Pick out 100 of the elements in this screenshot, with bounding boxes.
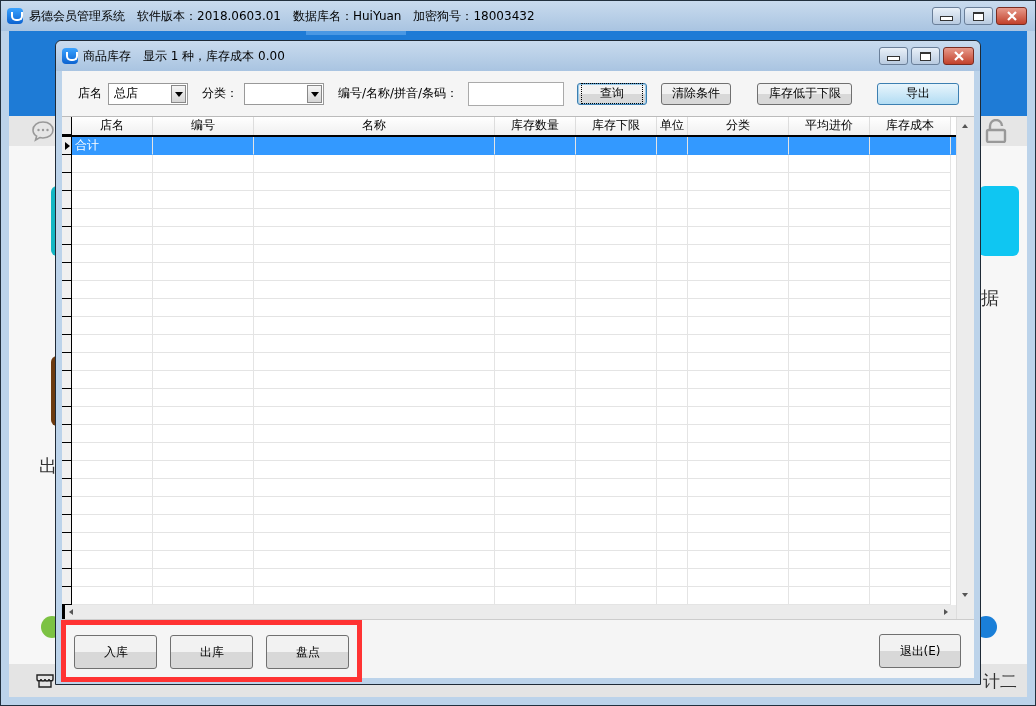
close-icon[interactable] — [1006, 11, 1017, 21]
toolbar-button[interactable]: 库存低于下限 — [757, 82, 853, 105]
vertical-scrollbar[interactable] — [956, 117, 974, 619]
row-header[interactable] — [62, 353, 72, 371]
row-header[interactable] — [62, 227, 72, 245]
row-header[interactable] — [62, 281, 72, 299]
row-header[interactable] — [62, 191, 72, 209]
dropdown[interactable]: 总店 — [108, 82, 188, 105]
window-title: 数据库名：HuiYuan — [293, 7, 402, 25]
table-cell — [657, 353, 688, 371]
toolbar-button[interactable]: 查询 — [577, 82, 648, 105]
row-header[interactable] — [62, 479, 72, 497]
close-button[interactable] — [943, 47, 974, 65]
inventory-summary: 显示 1 种，库存成本 0.00 — [143, 47, 286, 65]
window-title: 易德会员管理系统 — [29, 7, 125, 25]
row-header[interactable] — [62, 263, 72, 281]
table-cell — [657, 227, 688, 245]
close-icon[interactable] — [953, 51, 964, 61]
scroll-up-icon[interactable] — [962, 124, 968, 128]
minimize-button[interactable] — [932, 7, 961, 25]
row-header[interactable] — [62, 389, 72, 407]
column-header[interactable]: 库存成本 — [870, 117, 951, 135]
tile[interactable] — [979, 186, 1019, 256]
filter-label: 店名 — [78, 85, 102, 102]
row-header[interactable] — [62, 443, 72, 461]
row-header[interactable] — [62, 335, 72, 353]
shop-icon — [35, 672, 55, 688]
row-header[interactable] — [62, 425, 72, 443]
row-header[interactable] — [62, 533, 72, 551]
row-header[interactable] — [62, 587, 72, 605]
row-header[interactable] — [62, 407, 72, 425]
table-cell — [657, 335, 688, 353]
row-header[interactable] — [62, 515, 72, 533]
search-field[interactable] — [468, 81, 565, 106]
row-header[interactable] — [62, 569, 72, 587]
scroll-down-icon[interactable] — [962, 593, 968, 597]
row-header[interactable] — [62, 245, 72, 263]
exit-button[interactable]: 退出(E) — [879, 634, 961, 668]
row-header[interactable] — [62, 209, 72, 227]
column-header[interactable]: 库存下限 — [576, 117, 657, 135]
table-cell — [657, 389, 688, 407]
status-text: 计二 — [983, 670, 1017, 693]
scroll-left-icon[interactable] — [69, 609, 73, 615]
table-cell — [657, 533, 688, 551]
table-cell — [657, 479, 688, 497]
row-pointer-icon — [65, 142, 70, 150]
window-title: 软件版本：2018.0603.01 — [137, 7, 281, 25]
row-header[interactable] — [62, 497, 72, 515]
table-cell — [657, 425, 688, 443]
filter-label: 编号/名称/拼音/条码： — [338, 85, 459, 102]
table-cell — [657, 371, 688, 389]
row-header[interactable] — [62, 173, 72, 191]
table-cell — [657, 407, 688, 425]
table-cell — [657, 443, 688, 461]
action-button[interactable]: 盘点 — [266, 635, 349, 669]
table-cell — [657, 263, 688, 281]
row-header[interactable] — [62, 371, 72, 389]
horizontal-scrollbar[interactable] — [62, 605, 956, 619]
column-header[interactable]: 分类 — [688, 117, 789, 135]
window-title: 加密狗号：18003432 — [413, 7, 535, 25]
column-header[interactable]: 平均进价 — [789, 117, 870, 135]
table-cell — [657, 299, 688, 317]
app-logo-icon — [7, 8, 23, 24]
row-header[interactable] — [62, 461, 72, 479]
table-cell — [657, 209, 688, 227]
maximize-button[interactable] — [911, 47, 940, 65]
minimize-button[interactable] — [879, 47, 908, 65]
table-cell — [657, 515, 688, 533]
dialog-title: 商品库存 — [83, 47, 131, 65]
column-header[interactable]: 店名 — [72, 117, 153, 135]
table-cell — [657, 497, 688, 515]
row-header[interactable] — [62, 137, 72, 155]
table-cell — [657, 569, 688, 587]
row-header[interactable] — [62, 317, 72, 335]
column-header[interactable]: 库存数量 — [495, 117, 576, 135]
column-header[interactable]: 编号 — [153, 117, 254, 135]
toolbar-button[interactable]: 导出 — [877, 82, 960, 105]
table-cell — [657, 245, 688, 263]
table-cell — [657, 281, 688, 299]
table-cell — [657, 191, 688, 209]
row-header[interactable] — [62, 155, 72, 173]
row-header[interactable] — [62, 299, 72, 317]
toolbar-button[interactable]: 清除条件 — [661, 82, 732, 105]
row-header[interactable] — [62, 551, 72, 569]
table-cell — [657, 155, 688, 173]
table-cell — [657, 173, 688, 191]
tile-label: 出 — [39, 454, 57, 478]
scroll-right-icon[interactable] — [944, 609, 948, 615]
column-header[interactable]: 单位 — [657, 117, 688, 135]
action-button[interactable]: 入库 — [74, 635, 157, 669]
table-cell — [657, 317, 688, 335]
column-header[interactable]: 名称 — [254, 117, 495, 135]
app-logo-icon — [62, 48, 78, 64]
table-cell: 合计 — [72, 137, 153, 155]
table-cell — [657, 551, 688, 569]
action-button[interactable]: 出库 — [170, 635, 253, 669]
filter-label: 分类： — [202, 85, 238, 102]
maximize-button[interactable] — [964, 7, 993, 25]
close-button[interactable] — [996, 7, 1027, 25]
table-cell — [657, 461, 688, 479]
